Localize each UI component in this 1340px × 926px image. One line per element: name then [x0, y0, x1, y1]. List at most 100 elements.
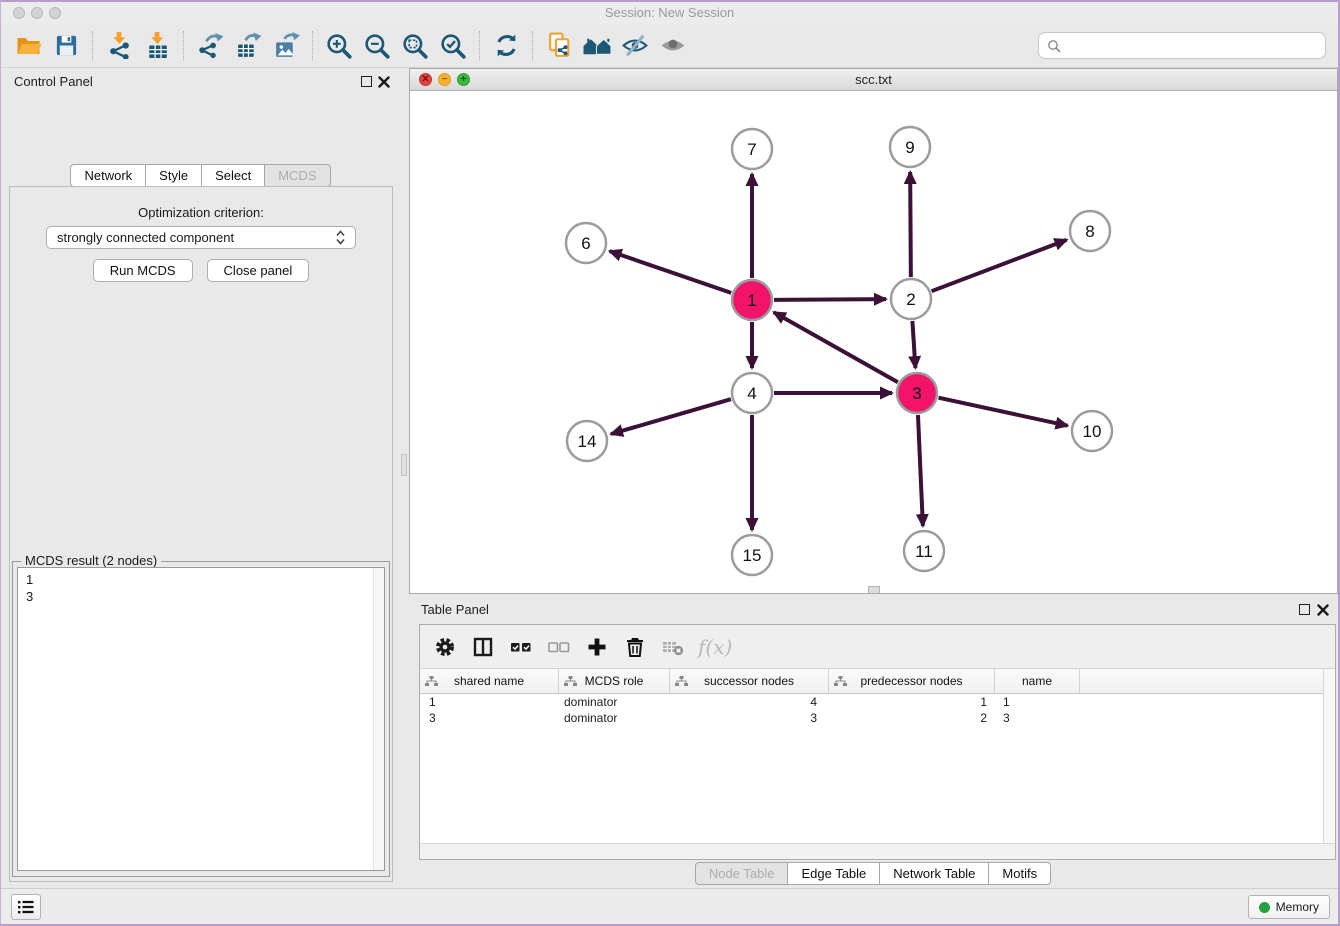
zoom-selected-icon[interactable]: [434, 28, 472, 64]
search-input[interactable]: [1066, 38, 1317, 53]
column-view-icon[interactable]: [466, 630, 500, 664]
graph-edge[interactable]: [932, 240, 1067, 291]
control-panel-title: Control Panel: [14, 74, 93, 89]
zoom-out-icon[interactable]: [358, 28, 396, 64]
task-history-button[interactable]: [11, 894, 41, 920]
table-row[interactable]: 1dominator411: [420, 694, 1323, 710]
graph-node[interactable]: 1: [732, 280, 772, 320]
graph-node-label: 10: [1083, 422, 1102, 441]
search-box[interactable]: [1038, 32, 1326, 59]
column-header-predecessor-nodes[interactable]: predecessor nodes: [829, 669, 995, 693]
graph-edge[interactable]: [774, 299, 886, 300]
network-canvas[interactable]: 7 9 6 8 1 2 4 3 14 10 15 11: [410, 91, 1337, 593]
mcds-result-title: MCDS result (2 nodes): [21, 553, 161, 568]
horizontal-splitter[interactable]: [868, 586, 880, 593]
float-table-panel-icon[interactable]: [1299, 604, 1310, 615]
close-panel-icon[interactable]: [378, 75, 390, 93]
refresh-icon[interactable]: [487, 28, 525, 64]
export-image-icon[interactable]: [267, 28, 305, 64]
import-table-icon[interactable]: [138, 28, 176, 64]
network-title: scc.txt: [410, 72, 1337, 87]
status-bar: Memory: [1, 888, 1338, 924]
hierarchy-icon: [564, 676, 577, 687]
tab-network[interactable]: Network: [70, 164, 146, 187]
table-row[interactable]: 3dominator323: [420, 710, 1323, 726]
graph-node[interactable]: 9: [890, 127, 930, 167]
graph-node[interactable]: 6: [566, 223, 606, 263]
graph-node[interactable]: 3: [897, 373, 937, 413]
export-network-icon[interactable]: [191, 28, 229, 64]
add-column-icon[interactable]: [580, 630, 614, 664]
eye-icon[interactable]: [654, 28, 692, 64]
delete-table-icon[interactable]: [656, 630, 690, 664]
graph-edge[interactable]: [774, 312, 898, 382]
tab-edge-table[interactable]: Edge Table: [787, 862, 880, 885]
tab-network-table[interactable]: Network Table: [879, 862, 989, 885]
import-network-icon[interactable]: [100, 28, 138, 64]
graph-node-label: 9: [905, 138, 914, 157]
hierarchy-icon: [834, 676, 847, 687]
column-header-mcds-role[interactable]: MCDS role: [559, 669, 670, 693]
vertical-splitter[interactable]: [401, 454, 407, 476]
tab-style[interactable]: Style: [145, 164, 202, 187]
graph-node[interactable]: 10: [1072, 411, 1112, 451]
table-panel-title: Table Panel: [421, 602, 489, 617]
result-scrollbar[interactable]: [373, 568, 384, 870]
table-panel: Table Panel: [409, 598, 1338, 888]
table-horizontal-scrollbar[interactable]: [420, 843, 1335, 859]
houses-icon[interactable]: [578, 28, 616, 64]
table-cell: dominator: [559, 694, 670, 710]
toolbar-separator: [183, 31, 184, 61]
tab-select[interactable]: Select: [201, 164, 265, 187]
eye-slash-icon[interactable]: [616, 28, 654, 64]
graph-edge[interactable]: [910, 172, 911, 277]
column-header-successor-nodes[interactable]: successor nodes: [670, 669, 829, 693]
result-line: 1: [26, 571, 376, 588]
graph-node[interactable]: 15: [732, 535, 772, 575]
zoom-in-icon[interactable]: [320, 28, 358, 64]
close-panel-button[interactable]: Close panel: [207, 259, 310, 282]
graph-node[interactable]: 2: [891, 279, 931, 319]
zoom-fit-icon[interactable]: [396, 28, 434, 64]
result-line: 3: [26, 588, 376, 605]
deselect-checks-icon[interactable]: [542, 630, 576, 664]
selected-criterion: strongly connected component: [57, 230, 336, 245]
table-cell: 2: [829, 710, 995, 726]
graph-edge[interactable]: [938, 398, 1067, 426]
export-table-icon[interactable]: [229, 28, 267, 64]
tab-motifs[interactable]: Motifs: [988, 862, 1051, 885]
column-header-shared-name[interactable]: shared name: [420, 669, 559, 693]
column-header-name[interactable]: name: [995, 669, 1080, 693]
select-all-checks-icon[interactable]: [504, 630, 538, 664]
gear-icon[interactable]: [428, 630, 462, 664]
list-icon: [17, 899, 35, 915]
close-table-panel-icon[interactable]: [1317, 603, 1329, 621]
dropdown-stepper-icon: [336, 230, 345, 245]
graph-edge[interactable]: [610, 251, 732, 293]
optimization-criterion-label: Optimization criterion:: [10, 205, 392, 220]
graph-edge[interactable]: [918, 415, 923, 526]
function-builder-icon[interactable]: f(x): [698, 635, 732, 659]
float-panel-icon[interactable]: [361, 76, 372, 87]
memory-button[interactable]: Memory: [1248, 895, 1330, 919]
tab-mcds[interactable]: MCDS: [264, 164, 330, 187]
optimization-criterion-select[interactable]: strongly connected component: [46, 226, 356, 249]
run-mcds-button[interactable]: Run MCDS: [93, 259, 193, 282]
graph-node[interactable]: 4: [732, 373, 772, 413]
table-vertical-scrollbar[interactable]: [1323, 669, 1335, 843]
open-folder-icon[interactable]: [9, 28, 47, 64]
save-icon[interactable]: [47, 28, 85, 64]
search-icon: [1047, 39, 1061, 53]
network-window-titlebar[interactable]: ✕ − + scc.txt: [410, 69, 1337, 91]
trash-icon[interactable]: [618, 630, 652, 664]
mcds-result-box[interactable]: 1 3: [17, 567, 385, 871]
app-titlebar: Session: New Session: [1, 2, 1338, 24]
graph-node[interactable]: 11: [904, 531, 944, 571]
graph-edge[interactable]: [611, 399, 731, 434]
graph-node[interactable]: 8: [1070, 211, 1110, 251]
graph-node[interactable]: 14: [567, 421, 607, 461]
graph-node[interactable]: 7: [732, 129, 772, 169]
copy-share-icon[interactable]: [540, 28, 578, 64]
tab-node-table[interactable]: Node Table: [695, 862, 789, 885]
graph-edge[interactable]: [912, 321, 915, 368]
